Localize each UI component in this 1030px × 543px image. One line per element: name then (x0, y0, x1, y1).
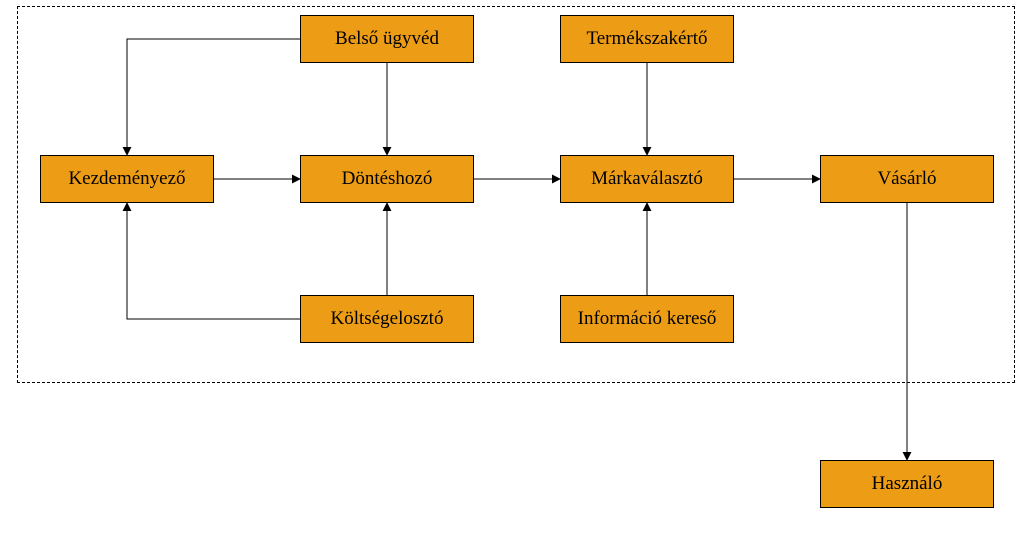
node-label: Belső ügyvéd (335, 29, 439, 50)
node-label: Termékszakértő (586, 29, 707, 50)
node-hasznalo: Használó (820, 460, 994, 508)
node-label: Használó (872, 474, 943, 495)
node-label: Információ kereső (578, 309, 717, 330)
node-vasarlo: Vásárló (820, 155, 994, 203)
node-label: Kezdeményező (68, 169, 185, 190)
node-label: Vásárló (877, 169, 936, 190)
node-koltsegeloszto: Költségelosztó (300, 295, 474, 343)
diagram-canvas: Belső ügyvéd Termékszakértő Kezdeményező… (0, 0, 1030, 543)
node-termekszakerto: Termékszakértő (560, 15, 734, 63)
node-donteshozo: Döntéshozó (300, 155, 474, 203)
node-label: Márkaválasztó (591, 169, 703, 190)
node-kezdemenyezo: Kezdeményező (40, 155, 214, 203)
node-markavalaszto: Márkaválasztó (560, 155, 734, 203)
node-informacio-kereso: Információ kereső (560, 295, 734, 343)
node-belso-ugyved: Belső ügyvéd (300, 15, 474, 63)
node-label: Költségelosztó (331, 309, 444, 330)
node-label: Döntéshozó (342, 169, 433, 190)
